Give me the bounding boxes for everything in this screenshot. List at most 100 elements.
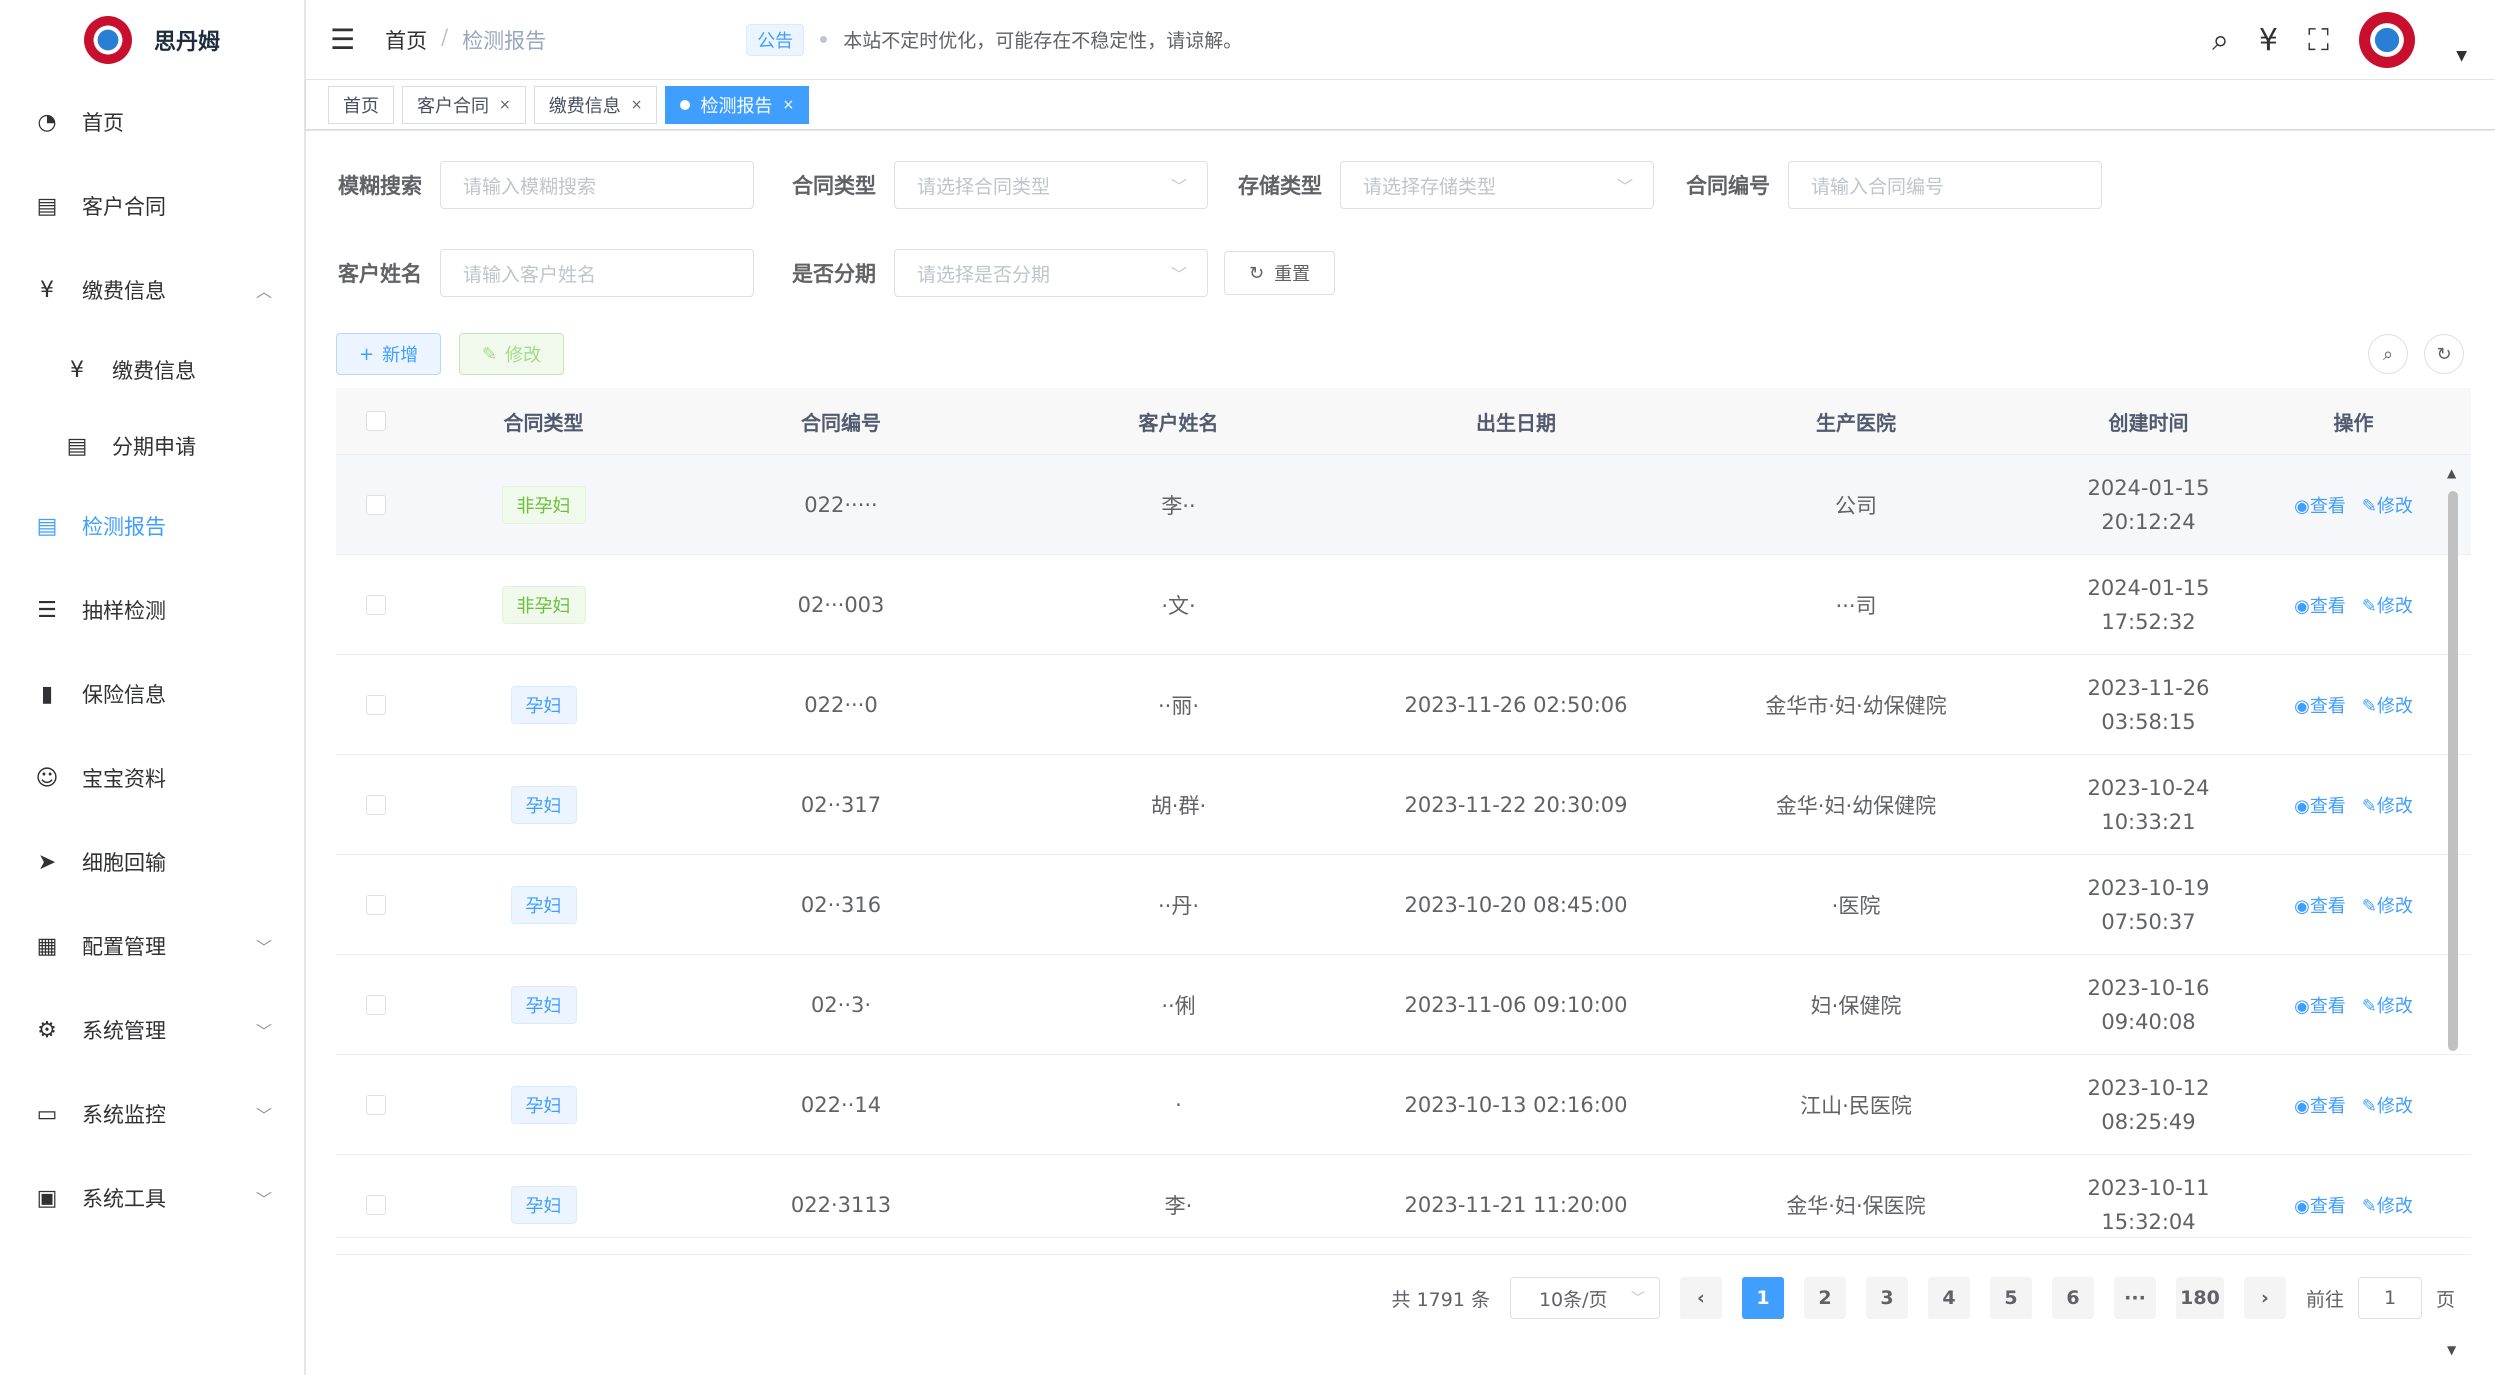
more-pages-button[interactable]: ··· bbox=[2113, 1277, 2156, 1319]
sidebar-item-tools[interactable]: ▣ 系统工具 ﹀ bbox=[0, 1156, 304, 1240]
page-button[interactable]: 2 bbox=[1803, 1277, 1846, 1319]
tag-contract[interactable]: 客户合同 × bbox=[402, 85, 526, 124]
caret-down-icon[interactable]: ▼ bbox=[2456, 48, 2467, 64]
hamburger-icon[interactable]: ☰ bbox=[330, 23, 355, 56]
logo[interactable]: 思丹姆 bbox=[0, 0, 304, 80]
sidebar-item-insurance[interactable]: ▮ 保险信息 bbox=[0, 652, 304, 736]
goto-page-input[interactable]: 1 bbox=[2357, 1277, 2422, 1319]
scroll-down-icon[interactable]: ▼ bbox=[2447, 1343, 2456, 1357]
monitor-icon: ▭ bbox=[36, 1101, 58, 1127]
view-link[interactable]: ◉查看 bbox=[2294, 1192, 2346, 1218]
view-link[interactable]: ◉查看 bbox=[2294, 892, 2346, 918]
edit-link[interactable]: ✎修改 bbox=[2362, 592, 2413, 618]
row-checkbox[interactable] bbox=[366, 494, 386, 515]
created-time-cell: 2023-10-16 09:40:08 bbox=[2026, 971, 2271, 1039]
created-time-cell: 2023-10-19 07:50:37 bbox=[2026, 871, 2271, 939]
next-page-button[interactable]: › bbox=[2243, 1277, 2286, 1319]
fuzzy-search-input[interactable]: 请输入模糊搜索 bbox=[440, 161, 754, 209]
contract-type-select[interactable]: 请选择合同类型 ﹀ bbox=[894, 161, 1208, 209]
tag-report[interactable]: 检测报告 × bbox=[665, 85, 810, 124]
page-size-select[interactable]: 10条/页 ﹀ bbox=[1509, 1277, 1660, 1319]
page-button[interactable]: 4 bbox=[1927, 1277, 1970, 1319]
tag-home[interactable]: 首页 bbox=[328, 85, 394, 124]
edit-link[interactable]: ✎修改 bbox=[2362, 792, 2413, 818]
close-icon[interactable]: × bbox=[631, 97, 643, 113]
customer-name-cell: ··丹· bbox=[1157, 893, 1200, 918]
edit-link[interactable]: ✎修改 bbox=[2362, 492, 2413, 518]
view-link[interactable]: ◉查看 bbox=[2294, 792, 2346, 818]
edit-link[interactable]: ✎修改 bbox=[2362, 992, 2413, 1018]
contract-no-cell: 022····· bbox=[804, 492, 878, 517]
row-checkbox[interactable] bbox=[366, 694, 386, 715]
select-all-checkbox[interactable] bbox=[366, 411, 386, 431]
row-checkbox[interactable] bbox=[366, 594, 386, 615]
tag-payment[interactable]: 缴费信息 × bbox=[533, 85, 658, 124]
sidebar-item-config[interactable]: ▦ 配置管理 ﹀ bbox=[0, 904, 304, 988]
view-link[interactable]: ◉查看 bbox=[2294, 692, 2346, 718]
refresh-button[interactable]: ↻ bbox=[2424, 334, 2464, 374]
scroll-up-icon[interactable]: ▲ bbox=[2447, 466, 2456, 480]
row-checkbox[interactable] bbox=[366, 794, 386, 815]
close-icon[interactable]: × bbox=[782, 97, 794, 113]
avatar[interactable] bbox=[2359, 12, 2415, 68]
sidebar-item-payment[interactable]: ¥ 缴费信息 ︿ bbox=[0, 248, 304, 332]
fullscreen-icon[interactable]: ⛶ bbox=[2308, 23, 2329, 58]
breadcrumb-home[interactable]: 首页 bbox=[385, 25, 427, 55]
sidebar-item-home[interactable]: ◔ 首页 bbox=[0, 80, 304, 164]
search-icon[interactable]: ⌕ bbox=[2212, 23, 2229, 58]
sidebar-item-label: 首页 bbox=[82, 111, 124, 135]
page-button[interactable]: 5 bbox=[1989, 1277, 2032, 1319]
storage-type-select[interactable]: 请选择存储类型 ﹀ bbox=[1340, 161, 1654, 209]
customer-name-input[interactable]: 请输入客户姓名 bbox=[440, 249, 754, 297]
add-button[interactable]: + 新增 bbox=[336, 333, 442, 375]
eye-icon: ◉ bbox=[2294, 595, 2310, 617]
sidebar-item-cell[interactable]: ➤ 细胞回输 bbox=[0, 820, 304, 904]
view-link[interactable]: ◉查看 bbox=[2294, 992, 2346, 1018]
view-link[interactable]: ◉查看 bbox=[2294, 592, 2346, 618]
page-button[interactable]: 1 bbox=[1741, 1277, 1784, 1319]
row-checkbox[interactable] bbox=[366, 1194, 386, 1215]
sidebar-item-monitor[interactable]: ▭ 系统监控 ﹀ bbox=[0, 1072, 304, 1156]
sidebar-item-contract[interactable]: ▤ 客户合同 bbox=[0, 164, 304, 248]
contract-type-cell: 孕妇 bbox=[416, 785, 671, 824]
created-time-cell: 2024-01-15 17:52:32 bbox=[2026, 571, 2271, 639]
edit-link[interactable]: ✎修改 bbox=[2362, 692, 2413, 718]
row-checkbox[interactable] bbox=[366, 894, 386, 915]
add-label: 新增 bbox=[382, 345, 419, 366]
sidebar-item-baby[interactable]: ☺ 宝宝资料 bbox=[0, 736, 304, 820]
sidebar-item-label: 客户合同 bbox=[82, 195, 166, 219]
sidebar-subitem-installment[interactable]: ▤ 分期申请 bbox=[0, 408, 304, 484]
page-button[interactable]: 6 bbox=[2051, 1277, 2094, 1319]
view-link[interactable]: ◉查看 bbox=[2294, 492, 2346, 518]
sidebar-subitem-payment[interactable]: ¥ 缴费信息 bbox=[0, 332, 304, 408]
sidebar-item-report[interactable]: ▤ 检测报告 bbox=[0, 484, 304, 568]
sidebar-item-label: 抽样检测 bbox=[82, 599, 166, 623]
edit-link[interactable]: ✎修改 bbox=[2362, 1192, 2413, 1218]
notice-dot bbox=[820, 36, 828, 43]
installment-select[interactable]: 请选择是否分期 ﹀ bbox=[894, 249, 1208, 297]
edit-link[interactable]: ✎修改 bbox=[2362, 892, 2413, 918]
row-checkbox[interactable] bbox=[366, 994, 386, 1015]
vertical-scrollbar[interactable] bbox=[2448, 491, 2458, 1051]
contract-type-tag: 非孕妇 bbox=[501, 585, 586, 624]
sidebar-item-sampling[interactable]: ☰ 抽样检测 bbox=[0, 568, 304, 652]
contract-no-cell: 02··316 bbox=[800, 892, 882, 917]
page-button[interactable]: 3 bbox=[1865, 1277, 1908, 1319]
app-title: 思丹姆 bbox=[153, 30, 220, 55]
edit-link[interactable]: ✎修改 bbox=[2362, 1092, 2413, 1118]
view-link[interactable]: ◉查看 bbox=[2294, 1092, 2346, 1118]
close-icon[interactable]: × bbox=[499, 97, 511, 113]
reset-button[interactable]: ↻ 重置 bbox=[1224, 251, 1336, 295]
toggle-search-button[interactable]: ⌕ bbox=[2368, 334, 2408, 374]
prev-page-button[interactable]: ‹ bbox=[1679, 1277, 1722, 1319]
row-checkbox[interactable] bbox=[366, 1094, 386, 1115]
edit-button[interactable]: ✎ 修改 bbox=[459, 333, 565, 375]
column-header: 合同类型 bbox=[503, 410, 584, 435]
sidebar-item-system[interactable]: ⚙ 系统管理 ﹀ bbox=[0, 988, 304, 1072]
yen-icon[interactable]: ¥ bbox=[2259, 23, 2278, 58]
table-row: 孕妇 022·3113 李· 2023-11-21 11:20:00 金华·妇·保医院 2… bbox=[336, 1155, 2471, 1255]
contract-no-input[interactable]: 请输入合同编号 bbox=[1788, 161, 2102, 209]
page-button[interactable]: 180 bbox=[2175, 1277, 2224, 1319]
created-time: 09:40:08 bbox=[2101, 1009, 2196, 1034]
divider bbox=[336, 1237, 2471, 1238]
